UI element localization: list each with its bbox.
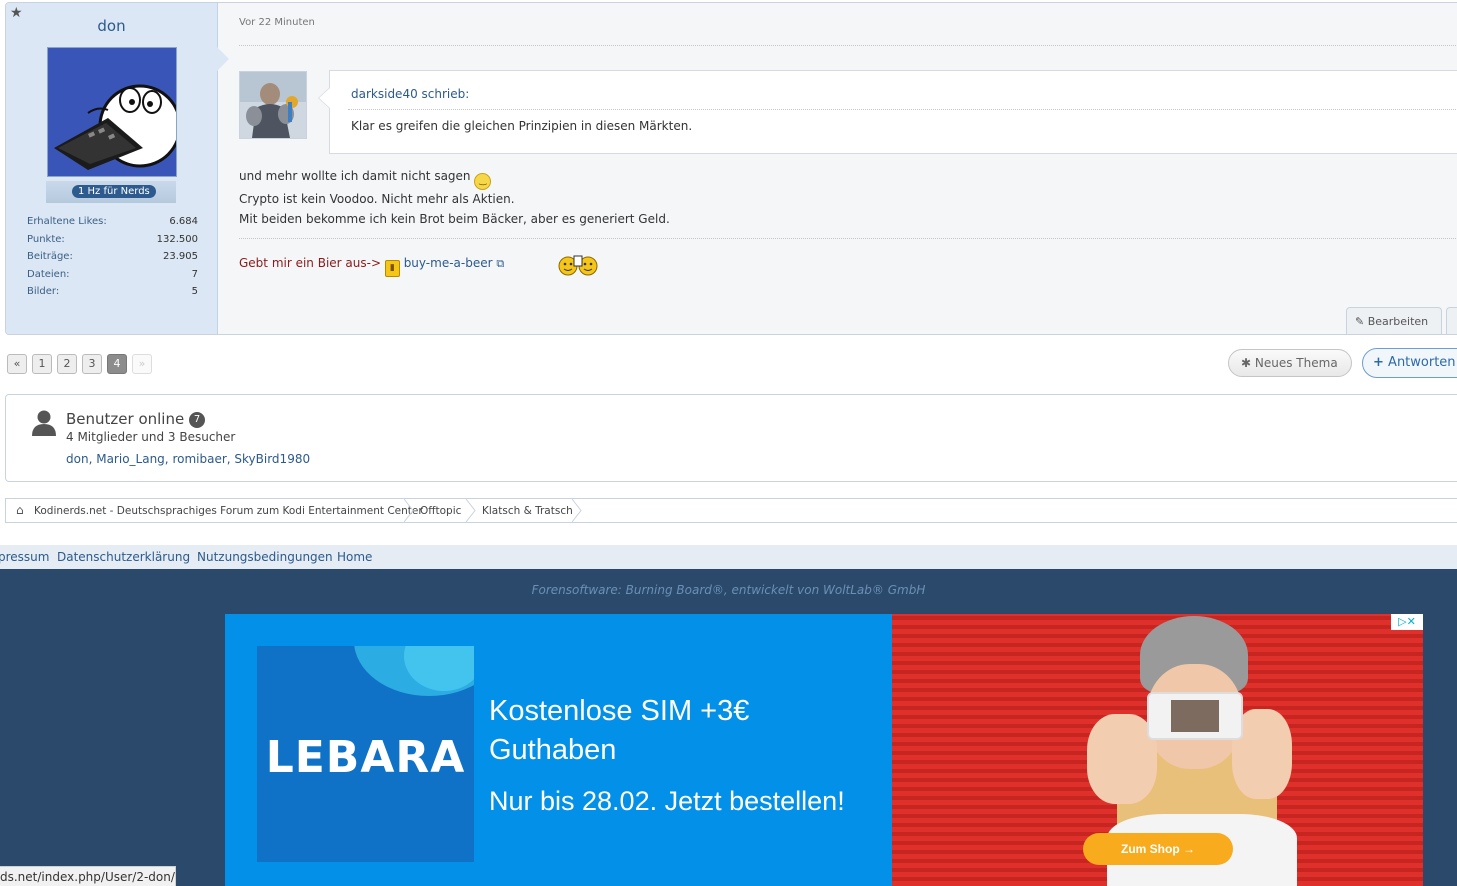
online-user-link[interactable]: romibaer	[172, 452, 226, 466]
online-count-badge: 7	[189, 412, 205, 428]
status-bar-url: ds.net/index.php/User/2-don/	[0, 866, 176, 886]
quote-author[interactable]: darkside40 schrieb:	[351, 87, 469, 101]
page-next-button: »	[132, 354, 152, 374]
users-online-title: Benutzer online 7	[66, 410, 205, 428]
ad-choices-icon[interactable]: ▷✕	[1391, 614, 1423, 630]
ad-photo-part	[1171, 700, 1219, 732]
cheers-emoji-icon	[557, 254, 599, 281]
user-icon	[32, 410, 56, 436]
signature-text: Gebt mir ein Bier aus->	[239, 256, 382, 270]
page-button-4[interactable]: 4	[107, 354, 127, 374]
breadcrumb-separator	[404, 499, 414, 522]
breadcrumb-item-home[interactable]: Kodinerds.net - Deutschsprachiges Forum …	[34, 505, 423, 517]
signature: Gebt mir ein Bier aus-> ▮ buy-me-a-beer …	[239, 256, 504, 277]
post-separator	[239, 45, 1457, 46]
post-line: und mehr wollte ich damit nicht sagen ‿	[239, 167, 670, 190]
stat-row: Punkte: 132.500	[27, 234, 198, 252]
stat-value: 5	[191, 286, 198, 297]
stat-value: 6.684	[169, 216, 198, 227]
stat-value: 7	[191, 268, 198, 280]
online-user-link[interactable]: don	[66, 452, 89, 466]
quote-box: darkside40 schrieb: Klar es greifen die …	[318, 70, 1457, 154]
post-line: Crypto ist kein Voodoo. Nicht mehr als A…	[239, 192, 515, 206]
post-content: Vor 22 Minuten darkside40 schrieb: Klar …	[239, 3, 1457, 334]
footer-copyright[interactable]: Forensoftware: Burning Board®, entwickel…	[0, 583, 1457, 597]
more-options-button[interactable]: ▪	[1446, 307, 1457, 334]
ghost-remote-image	[48, 48, 176, 176]
stat-row: Beiträge: 23.905	[27, 251, 198, 269]
online-user-link[interactable]: SkyBird1980	[234, 452, 310, 466]
breadcrumb-item-klatsch[interactable]: Klatsch & Tratsch	[482, 505, 573, 517]
breadcrumb-separator	[572, 499, 582, 522]
new-thread-button[interactable]: ✱ Neues Thema	[1228, 349, 1352, 377]
stat-label[interactable]: Erhaltene Likes:	[27, 216, 107, 234]
page-prev-button[interactable]: «	[7, 354, 27, 374]
footer-link-home[interactable]: Home	[337, 550, 372, 564]
plus-icon: +	[1373, 355, 1384, 370]
ad-subline: Nur bis 28.02. Jetzt bestellen!	[489, 786, 845, 816]
stat-value: 132.500	[156, 233, 198, 245]
stat-row: Dateien: 7	[27, 269, 198, 287]
new-thread-label: Neues Thema	[1254, 356, 1338, 370]
post-time[interactable]: Vor 22 Minuten	[239, 17, 315, 28]
stat-label[interactable]: Beiträge:	[27, 251, 73, 269]
smile-icon: ‿	[474, 173, 492, 190]
page-button-3[interactable]: 3	[82, 354, 102, 374]
stat-value: 23.905	[163, 251, 198, 262]
pagination: « 1 2 3 4 »	[7, 354, 152, 374]
ad-headline: Kostenlose SIM +3€ Guthaben	[489, 695, 750, 766]
online-user-link[interactable]: Mario_Lang	[96, 452, 165, 466]
ad-logo: LEBARA	[257, 646, 474, 862]
quote-separator	[348, 109, 1457, 110]
breadcrumb-separator	[466, 499, 476, 522]
author-stats: Erhaltene Likes: 6.684 Punkte: 132.500 Bei…	[27, 216, 198, 304]
quote-author-avatar[interactable]	[239, 71, 307, 139]
ad-photo-phone	[1147, 692, 1243, 740]
stat-row: Erhaltene Likes: 6.684	[27, 216, 198, 234]
users-online-list: don, Mario_Lang, romibaer, SkyBird1980	[66, 452, 311, 466]
page-button-1[interactable]: 1	[32, 354, 52, 374]
post-body: und mehr wollte ich damit nicht sagen ‿ …	[239, 167, 670, 229]
footer-links: pressum Datenschutzerklärung Nutzungsbed…	[0, 545, 1457, 569]
ad-shop-button[interactable]: Zum Shop →	[1083, 833, 1233, 865]
ad-brand: LEBARA	[265, 732, 466, 783]
rank-label: 1 Hz für Nerds	[72, 185, 156, 198]
breadcrumb: ⌂ Kodinerds.net - Deutschsprachiges Foru…	[5, 498, 1457, 523]
footer-link-datenschutz[interactable]: Datenschutzerklärung	[57, 550, 190, 564]
reply-label: Antworten	[1388, 355, 1456, 370]
pencil-icon: ✎	[1355, 315, 1365, 328]
edit-label: Bearbeiten	[1367, 315, 1429, 328]
footer-link-nutzungsbedingungen[interactable]: Nutzungsbedingungen	[197, 550, 333, 564]
author-sidebar: ★ don 1 Hz für Nerds Erhaltene Likes: 6.…	[6, 3, 229, 334]
buy-me-a-beer-link[interactable]: buy-me-a-beer	[404, 256, 493, 270]
post: ★ don 1 Hz für Nerds Erhaltene Likes: 6.…	[5, 2, 1457, 335]
stat-label[interactable]: Dateien:	[27, 269, 70, 287]
home-icon[interactable]: ⌂	[16, 503, 24, 517]
quote-text: Klar es greifen die gleichen Prinzipien …	[351, 119, 693, 133]
author-avatar[interactable]	[47, 47, 177, 177]
users-online-summary: 4 Mitglieder und 3 Besucher	[66, 430, 236, 444]
advertisement-banner[interactable]: LEBARA Kostenlose SIM +3€ Guthaben Nur b…	[225, 614, 1423, 886]
post-line: Mit beiden bekomme ich kein Brot beim Bä…	[239, 211, 670, 226]
cheers-icon	[558, 255, 598, 276]
stat-label[interactable]: Bilder:	[27, 286, 59, 304]
signature-separator	[239, 238, 1457, 239]
reply-button[interactable]: + Antworten	[1362, 348, 1457, 378]
edit-button[interactable]: ✎ Bearbeiten	[1346, 307, 1442, 334]
rank-banner: 1 Hz für Nerds	[46, 181, 176, 203]
stat-label: Punkte:	[27, 233, 65, 245]
warrior-image	[240, 72, 306, 138]
asterisk-icon: ✱	[1241, 356, 1252, 370]
breadcrumb-item-offtopic[interactable]: Offtopic	[420, 505, 461, 517]
author-name[interactable]: don	[6, 17, 217, 35]
page-button-2[interactable]: 2	[57, 354, 77, 374]
footer-link-impressum[interactable]: pressum	[0, 550, 49, 564]
stat-row: Bilder: 5	[27, 286, 198, 304]
external-link-icon: ⧉	[496, 257, 505, 270]
users-online-box: Benutzer online 7 4 Mitglieder und 3 Bes…	[5, 394, 1457, 482]
beer-icon: ▮	[384, 260, 400, 277]
